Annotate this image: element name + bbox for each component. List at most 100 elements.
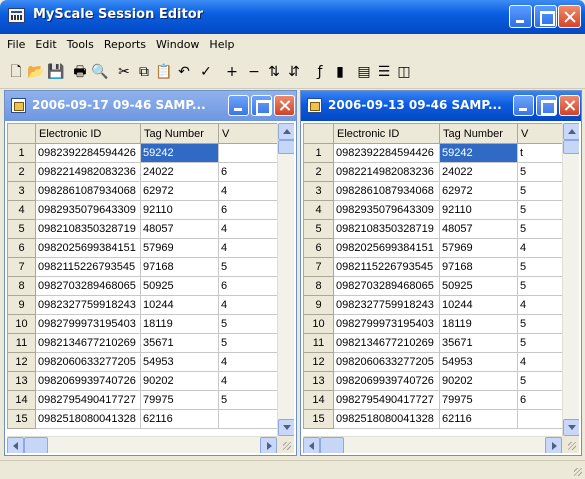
row-number[interactable]: 12 <box>303 352 334 372</box>
electronic-id-cell[interactable]: 0982703289468065 <box>35 276 141 296</box>
menu-help[interactable]: Help <box>204 34 239 55</box>
electronic-id-cell[interactable]: 0982214982083236 <box>333 162 440 182</box>
table-row[interactable]: 4 0982935079643309 92110 5 <box>303 200 563 220</box>
session-maximize-button[interactable] <box>251 95 272 116</box>
row-number[interactable]: 13 <box>303 371 334 391</box>
electronic-id-cell[interactable]: 0982025699384151 <box>333 238 440 258</box>
electronic-id-cell[interactable]: 0982115226793545 <box>333 257 440 277</box>
v-cell[interactable]: 6 <box>218 200 279 220</box>
vertical-scrollbar[interactable] <box>562 123 579 436</box>
v-cell[interactable]: 4 <box>517 295 563 315</box>
table-row[interactable]: 4 0982935079643309 92110 6 <box>7 200 279 220</box>
v-cell[interactable]: 5 <box>517 162 563 182</box>
row-number[interactable]: 4 <box>303 200 334 220</box>
table-row[interactable]: 11 0982134677210269 35671 5 <box>7 333 279 353</box>
tag-number-cell[interactable]: 10244 <box>140 295 219 315</box>
tag-number-cell[interactable]: 97168 <box>439 257 518 277</box>
electronic-id-cell[interactable]: 0982108350328719 <box>35 219 141 239</box>
electronic-id-cell[interactable]: 0982703289468065 <box>333 276 440 296</box>
table-row[interactable]: 10 0982799973195403 18119 5 <box>303 314 563 334</box>
electronic-id-cell[interactable]: 0982060633277205 <box>35 352 141 372</box>
session-title-bar[interactable]: 2006-09-17 09-46 SAMP... <box>5 91 296 121</box>
table-row[interactable]: 8 0982703289468065 50925 6 <box>7 276 279 296</box>
remove-row-button[interactable]: − <box>244 62 264 82</box>
session-minimize-button[interactable] <box>513 95 534 116</box>
table-row[interactable]: 6 0982025699384151 57969 4 <box>7 238 279 258</box>
tag-number-cell[interactable]: 79975 <box>439 390 518 410</box>
close-button[interactable] <box>558 5 581 28</box>
electronic-id-cell[interactable]: 0982060633277205 <box>333 352 440 372</box>
tile-vertical-button[interactable]: ◫ <box>394 62 414 82</box>
table-row[interactable]: 5 0982108350328719 48057 5 <box>303 219 563 239</box>
row-number[interactable]: 4 <box>7 200 36 220</box>
electronic-id-cell[interactable]: 0982935079643309 <box>333 200 440 220</box>
row-number[interactable]: 6 <box>7 238 36 258</box>
v-cell[interactable] <box>218 409 279 429</box>
row-number[interactable]: 1 <box>303 143 334 163</box>
row-number[interactable]: 3 <box>303 181 334 201</box>
tag-number-cell[interactable]: 35671 <box>140 333 219 353</box>
tag-number-cell[interactable]: 79975 <box>140 390 219 410</box>
v-cell[interactable]: 4 <box>517 352 563 372</box>
session-window-2[interactable]: 2006-09-13 09-46 SAMP... Electronic ID Tag… <box>300 90 582 456</box>
data-grid[interactable]: Electronic ID Tag Number V 1 098239228459442… <box>7 123 294 453</box>
v-cell[interactable]: 4 <box>218 295 279 315</box>
electronic-id-cell[interactable]: 0982799973195403 <box>333 314 440 334</box>
v-cell[interactable]: t <box>517 143 563 163</box>
print-button[interactable]: 🖶 <box>70 62 90 82</box>
tag-number-cell[interactable]: 10244 <box>439 295 518 315</box>
v-cell[interactable]: 5 <box>517 371 563 391</box>
table-row[interactable]: 2 0982214982083236 24022 5 <box>303 162 563 182</box>
sort-ascending-button[interactable]: ⇅ <box>264 62 284 82</box>
tag-number-cell[interactable]: 62116 <box>140 409 219 429</box>
table-row[interactable]: 2 0982214982083236 24022 6 <box>7 162 279 182</box>
tag-number-cell[interactable]: 62972 <box>439 181 518 201</box>
vertical-scroll-thumb[interactable] <box>563 140 579 154</box>
add-row-button[interactable]: + <box>222 62 242 82</box>
scroll-left-icon[interactable] <box>303 437 320 453</box>
electronic-id-cell[interactable]: 0982795490417727 <box>333 390 440 410</box>
row-number[interactable]: 11 <box>7 333 36 353</box>
electronic-id-cell[interactable]: 0982327759918243 <box>35 295 141 315</box>
column-header-electronic-id[interactable]: Electronic ID <box>333 123 440 144</box>
table-row[interactable]: 11 0982134677210269 35671 5 <box>303 333 563 353</box>
row-number[interactable]: 3 <box>7 181 36 201</box>
row-number[interactable]: 14 <box>303 390 334 410</box>
session-minimize-button[interactable] <box>228 95 249 116</box>
row-number[interactable]: 5 <box>7 219 36 239</box>
corner-cell[interactable] <box>303 123 334 144</box>
tile-horizontal-button[interactable]: ☰ <box>374 62 394 82</box>
row-number[interactable]: 9 <box>7 295 36 315</box>
table-row[interactable]: 7 0982115226793545 97168 5 <box>7 257 279 277</box>
scroll-right-icon[interactable] <box>260 437 277 453</box>
v-cell[interactable]: 4 <box>218 371 279 391</box>
row-number[interactable]: 7 <box>303 257 334 277</box>
tag-number-cell[interactable]: 57969 <box>140 238 219 258</box>
tile-windows-button[interactable]: ▤ <box>354 62 374 82</box>
table-row[interactable]: 7 0982115226793545 97168 5 <box>303 257 563 277</box>
scroll-right-icon[interactable] <box>545 437 562 453</box>
tag-number-cell[interactable]: 92110 <box>439 200 518 220</box>
row-number[interactable]: 15 <box>303 409 334 429</box>
row-number[interactable]: 5 <box>303 219 334 239</box>
session-window-1[interactable]: 2006-09-17 09-46 SAMP... Electronic ID Tag… <box>4 90 297 456</box>
table-row[interactable]: 6 0982025699384151 57969 4 <box>303 238 563 258</box>
electronic-id-cell[interactable]: 0982799973195403 <box>35 314 141 334</box>
tag-number-cell[interactable]: 48057 <box>439 219 518 239</box>
scroll-up-icon[interactable] <box>278 123 294 140</box>
tag-number-cell[interactable]: 97168 <box>140 257 219 277</box>
menu-reports[interactable]: Reports <box>99 34 151 55</box>
v-cell[interactable]: 5 <box>517 219 563 239</box>
tag-number-cell[interactable]: 57969 <box>439 238 518 258</box>
table-row[interactable]: 9 0982327759918243 10244 4 <box>303 295 563 315</box>
v-cell[interactable]: 5 <box>517 200 563 220</box>
session-close-button[interactable] <box>559 95 580 116</box>
v-cell[interactable]: 4 <box>218 181 279 201</box>
vertical-scrollbar[interactable] <box>277 123 294 436</box>
row-number[interactable]: 13 <box>7 371 36 391</box>
scroll-down-icon[interactable] <box>278 419 294 436</box>
table-row[interactable]: 3 0982861087934068 62972 4 <box>7 181 279 201</box>
tag-number-cell[interactable]: 90202 <box>439 371 518 391</box>
undo-button[interactable]: ↶ <box>174 62 194 82</box>
tag-number-cell[interactable]: 35671 <box>439 333 518 353</box>
